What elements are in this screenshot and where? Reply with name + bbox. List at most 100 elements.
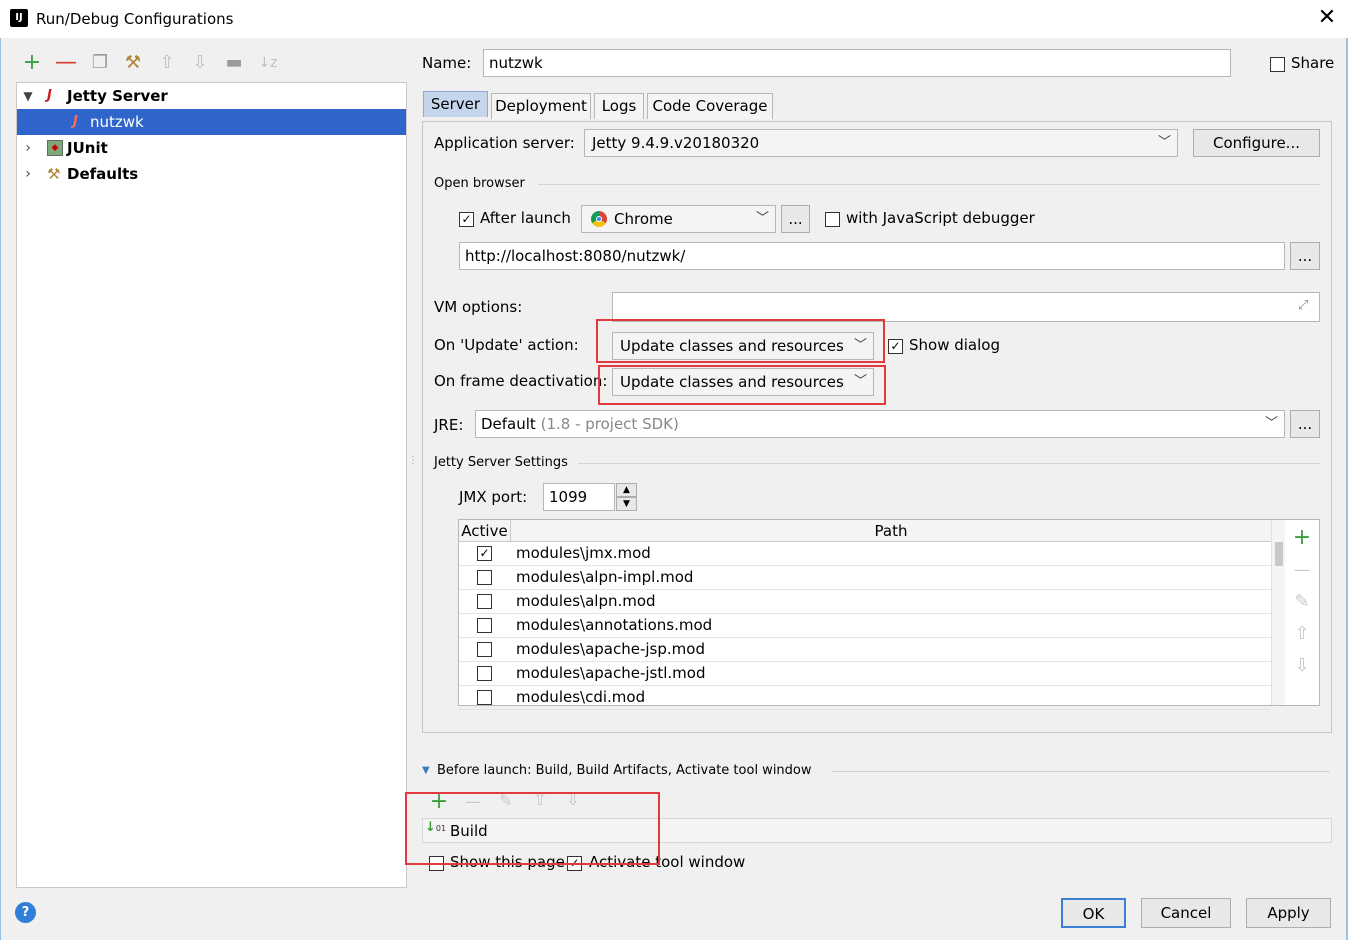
- tree-item-label: Jetty Server: [67, 87, 168, 105]
- show-dialog-label: Show dialog: [909, 336, 1000, 354]
- wrench-icon[interactable]: ⚒: [122, 52, 144, 74]
- move-up-icon[interactable]: ⇧: [156, 52, 178, 74]
- highlight-box: [405, 792, 660, 865]
- module-path: modules\cdi.mod: [516, 688, 646, 706]
- sort-icon[interactable]: ↓z: [257, 52, 279, 74]
- tab-deployment[interactable]: Deployment: [491, 93, 591, 119]
- modules-table[interactable]: Active Path ✓ modules\jmx.mod modules\alpn…: [458, 519, 1320, 710]
- chevron-down-icon[interactable]: ▼: [21, 83, 35, 109]
- chevron-right-icon[interactable]: ›: [21, 161, 35, 187]
- column-header-active[interactable]: Active: [459, 520, 511, 542]
- jmx-port-label: JMX port:: [459, 488, 528, 506]
- js-debugger-checkbox[interactable]: [825, 212, 840, 227]
- table-row[interactable]: modules\apache-jstl.mod: [459, 662, 1271, 686]
- url-input[interactable]: http://localhost:8080/nutzwk/: [459, 242, 1285, 270]
- chevron-down-icon: ﹀: [1264, 416, 1278, 431]
- wrench-icon: ⚒: [47, 165, 61, 183]
- copy-icon[interactable]: ❐: [89, 52, 111, 74]
- folder-icon[interactable]: ▬: [223, 52, 245, 74]
- name-input[interactable]: nutzwk: [483, 49, 1231, 77]
- module-path: modules\alpn-impl.mod: [516, 568, 694, 586]
- open-browser-label: Open browser: [434, 176, 525, 191]
- remove-icon[interactable]: —: [55, 52, 77, 74]
- table-row[interactable]: modules\annotations.mod: [459, 614, 1271, 638]
- spin-down-icon[interactable]: ▼: [616, 497, 637, 511]
- module-path: modules\annotations.mod: [516, 616, 713, 634]
- before-launch-header: Before launch: Build, Build Artifacts, A…: [437, 763, 812, 778]
- vm-options-input[interactable]: [612, 292, 1320, 322]
- divider: [538, 184, 1320, 185]
- tree-item-junit[interactable]: › ◆ JUnit: [17, 135, 406, 161]
- module-active-checkbox[interactable]: ✓: [477, 546, 492, 561]
- module-active-checkbox[interactable]: [477, 594, 492, 609]
- module-active-checkbox[interactable]: [477, 666, 492, 681]
- on-frame-label: On frame deactivation:: [434, 372, 608, 390]
- app-server-value: Jetty 9.4.9.v20180320: [592, 134, 760, 152]
- chevron-right-icon[interactable]: ›: [21, 135, 35, 161]
- module-active-checkbox[interactable]: [477, 690, 492, 705]
- tab-server[interactable]: Server: [423, 91, 488, 117]
- move-down-icon[interactable]: ⇩: [1290, 654, 1314, 678]
- chevron-down-icon: ﹀: [1157, 135, 1171, 150]
- module-active-checkbox[interactable]: [477, 642, 492, 657]
- remove-icon[interactable]: —: [1290, 558, 1314, 582]
- close-icon[interactable]: ✕: [1316, 5, 1338, 31]
- vm-options-label: VM options:: [434, 298, 523, 316]
- jmx-port-input[interactable]: 1099: [543, 483, 615, 511]
- tree-item-defaults[interactable]: › ⚒ Defaults: [17, 161, 406, 187]
- cancel-button[interactable]: Cancel: [1141, 898, 1231, 928]
- scrollbar-thumb[interactable]: [1275, 542, 1283, 566]
- app-server-label: Application server:: [434, 134, 575, 152]
- after-launch-label: After launch: [480, 209, 571, 227]
- app-server-select[interactable]: Jetty 9.4.9.v20180320 ﹀: [584, 129, 1178, 157]
- junit-icon: ◆: [47, 140, 63, 156]
- highlight-box: [598, 365, 886, 405]
- jre-more-button[interactable]: ...: [1290, 410, 1320, 438]
- jetty-icon: J: [47, 88, 52, 103]
- browser-select[interactable]: Chrome ﹀: [581, 205, 776, 233]
- share-checkbox[interactable]: [1270, 57, 1285, 72]
- table-row[interactable]: modules\alpn-impl.mod: [459, 566, 1271, 590]
- jre-hint: (1.8 - project SDK): [540, 415, 679, 433]
- divider: [578, 463, 1320, 464]
- after-launch-checkbox[interactable]: ✓: [459, 212, 474, 227]
- collapse-triangle-icon[interactable]: ▼: [422, 765, 430, 776]
- module-active-checkbox[interactable]: [477, 570, 492, 585]
- browser-more-button[interactable]: ...: [781, 205, 810, 233]
- help-icon[interactable]: ?: [15, 902, 36, 923]
- show-dialog-checkbox[interactable]: ✓: [888, 339, 903, 354]
- window-title: Run/Debug Configurations: [36, 10, 234, 28]
- add-icon[interactable]: +: [21, 52, 43, 74]
- tree-item-nutzwk[interactable]: J nutzwk: [17, 109, 406, 135]
- jetty-settings-label: Jetty Server Settings: [434, 455, 568, 470]
- table-row[interactable]: ✓ modules\jmx.mod: [459, 542, 1271, 566]
- tab-code-coverage[interactable]: Code Coverage: [647, 93, 773, 119]
- move-down-icon[interactable]: ⇩: [189, 52, 211, 74]
- spin-up-icon[interactable]: ▲: [616, 483, 637, 497]
- config-tree[interactable]: ▼ J Jetty Server J nutzwk › ◆ JUnit › ⚒ …: [16, 82, 407, 888]
- expand-icon[interactable]: ⤢: [1298, 298, 1308, 313]
- jre-select[interactable]: Default (1.8 - project SDK) ﹀: [475, 410, 1285, 438]
- share-label: Share: [1291, 54, 1335, 72]
- tree-item-label: nutzwk: [90, 113, 144, 131]
- add-icon[interactable]: +: [1290, 526, 1314, 550]
- divider: [832, 771, 1330, 772]
- edit-icon[interactable]: ✎: [1290, 590, 1314, 614]
- configure-button[interactable]: Configure...: [1193, 129, 1320, 157]
- module-active-checkbox[interactable]: [477, 618, 492, 633]
- move-up-icon[interactable]: ⇧: [1290, 622, 1314, 646]
- table-row[interactable]: modules\apache-jsp.mod: [459, 638, 1271, 662]
- column-header-path[interactable]: Path: [511, 520, 1271, 542]
- splitter-handle[interactable]: ⋮: [408, 456, 418, 476]
- tree-item-label: JUnit: [67, 139, 108, 157]
- ok-button[interactable]: OK: [1061, 898, 1126, 928]
- tab-logs[interactable]: Logs: [594, 93, 644, 119]
- jre-value: Default: [481, 415, 536, 433]
- apply-button[interactable]: Apply: [1246, 898, 1331, 928]
- scrollbar[interactable]: [1271, 520, 1285, 705]
- table-row[interactable]: modules\alpn.mod: [459, 590, 1271, 614]
- browser-value: Chrome: [614, 210, 673, 228]
- tree-item-jetty-server[interactable]: ▼ J Jetty Server: [17, 83, 406, 109]
- url-more-button[interactable]: ...: [1290, 242, 1320, 270]
- table-row[interactable]: modules\cdi.mod: [459, 686, 1271, 710]
